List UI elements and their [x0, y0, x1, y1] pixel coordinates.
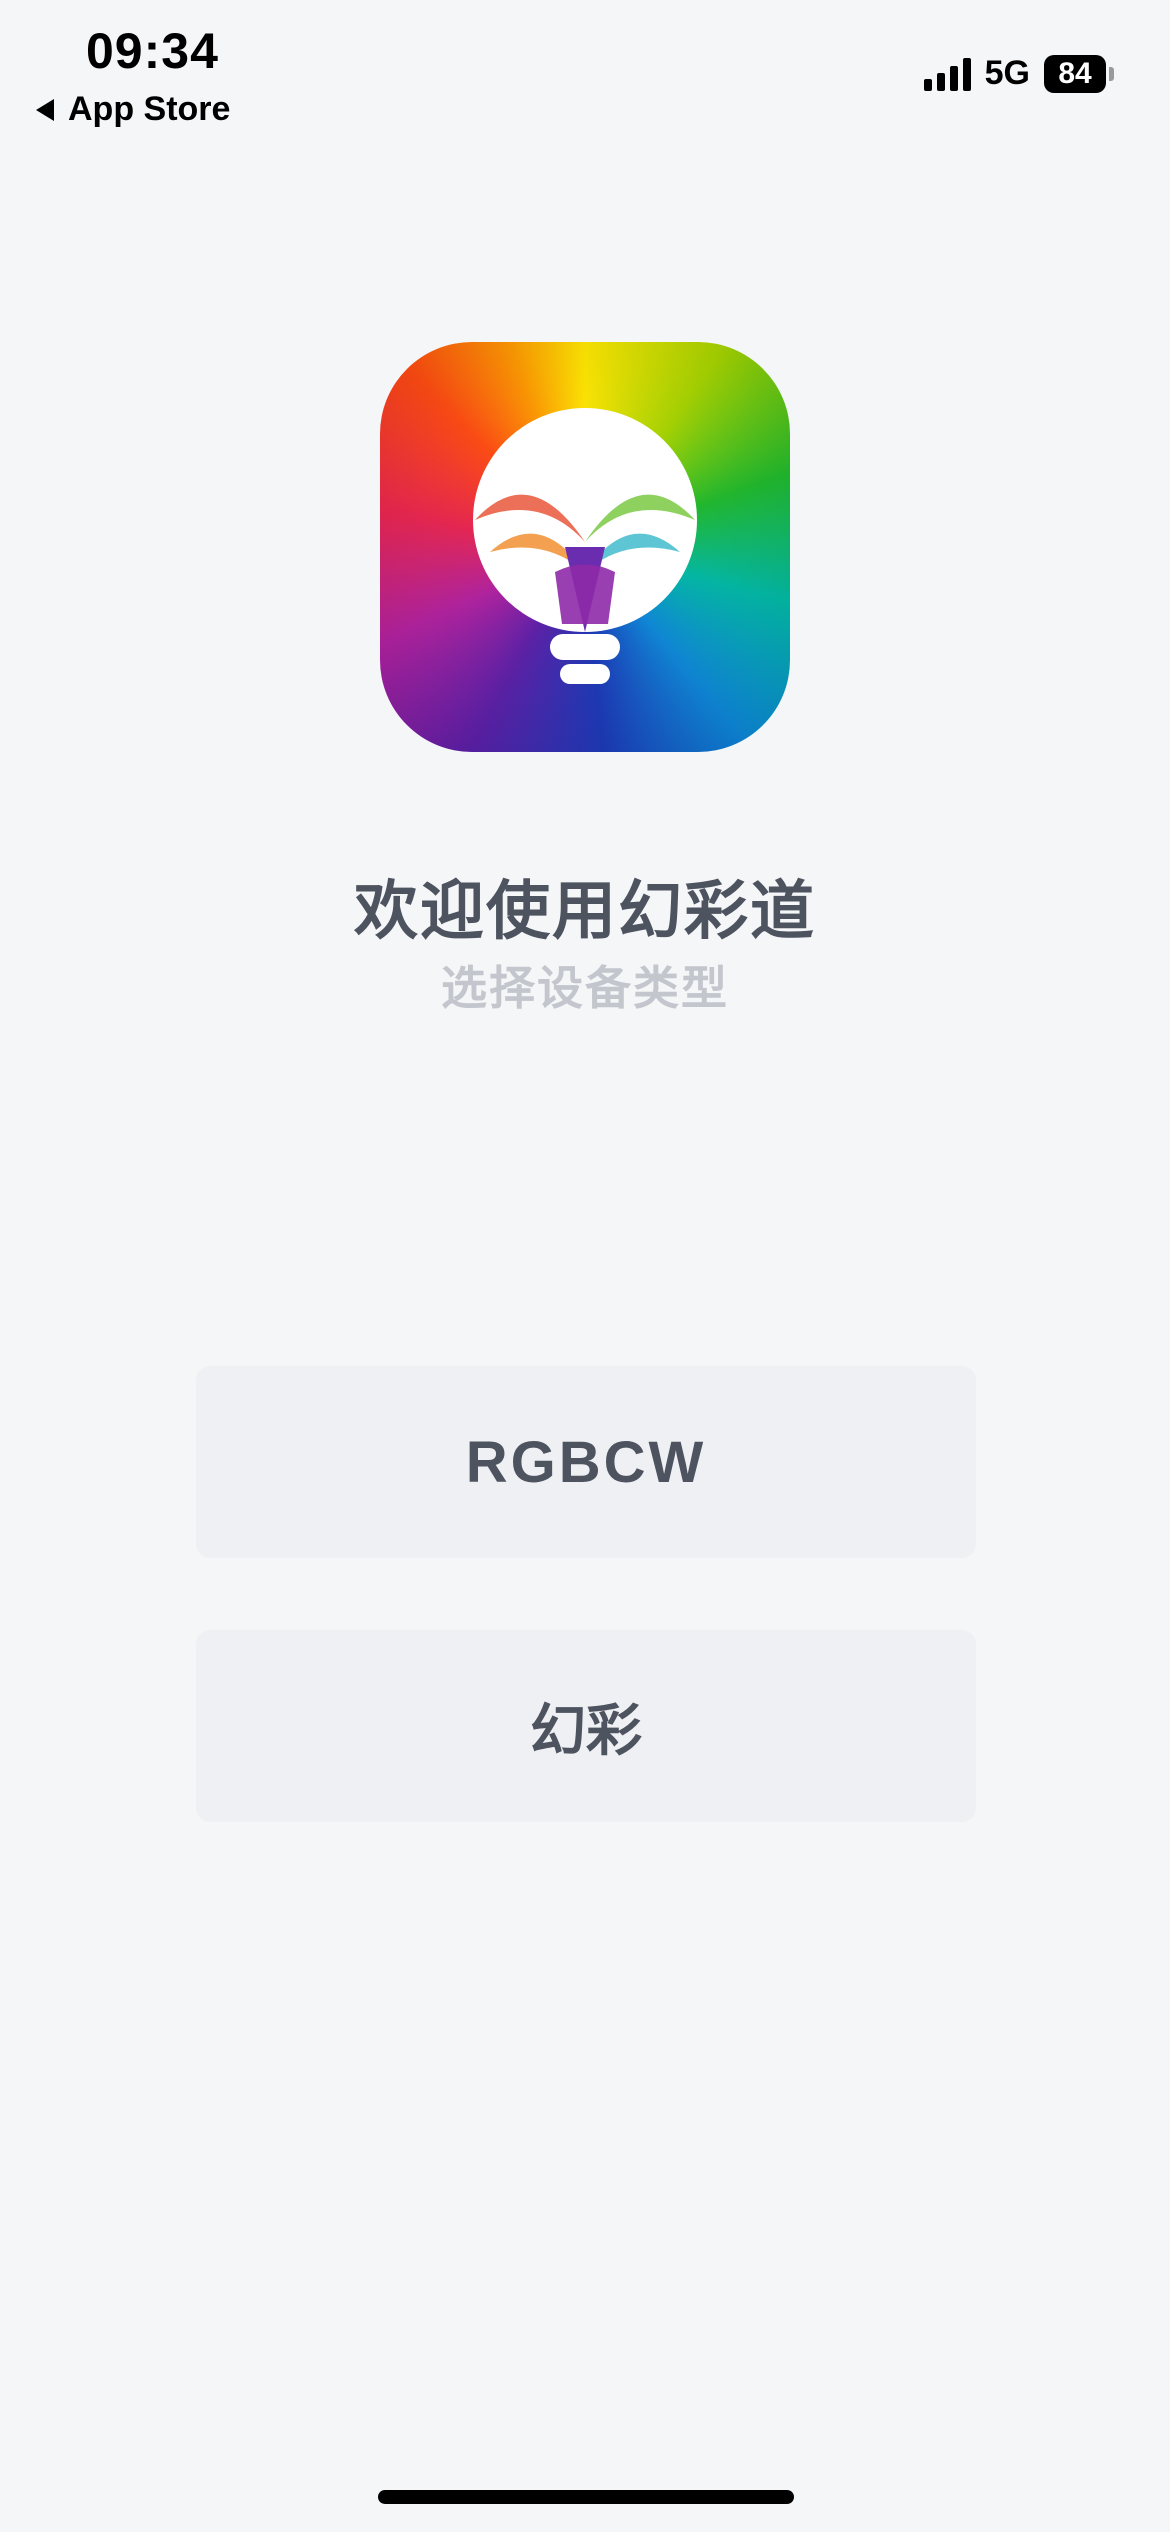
rainbow-bulb-logo: [380, 342, 790, 752]
home-indicator[interactable]: [378, 2490, 794, 2504]
welcome-title: 欢迎使用幻彩道: [354, 875, 816, 947]
network-type: 5G: [984, 54, 1030, 92]
back-link-label: App Store: [68, 90, 231, 128]
back-caret-icon: [36, 98, 54, 121]
status-indicators: 5G 84: [923, 54, 1114, 93]
status-bar: 09:34 App Store 5G 84: [0, 0, 1170, 140]
app-screen: 09:34 App Store 5G 84 欢迎使用幻彩道 选择设备类型 RGB…: [0, 0, 1170, 2532]
battery-level: 84: [1044, 54, 1106, 93]
huancai-device-button[interactable]: 幻彩: [196, 1630, 976, 1822]
battery-icon: 84: [1044, 54, 1114, 93]
cellular-signal-icon: [923, 57, 971, 91]
rgbcw-device-button[interactable]: RGBCW: [196, 1366, 976, 1558]
device-type-subtitle: 选择设备类型: [441, 962, 729, 1014]
status-time: 09:34: [86, 23, 219, 79]
back-to-app-store-link[interactable]: App Store: [36, 90, 230, 129]
app-logo: [380, 342, 790, 752]
